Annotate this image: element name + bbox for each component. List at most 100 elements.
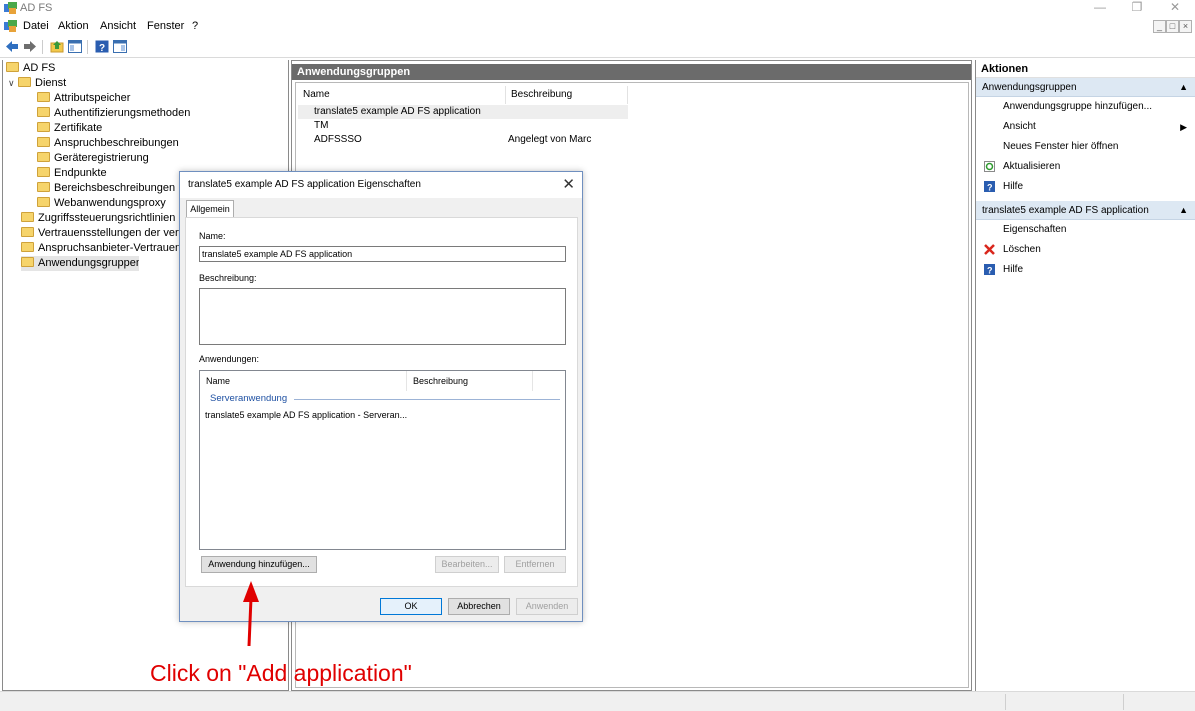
annotation-text: Click on "Add application" bbox=[150, 660, 412, 686]
annotation-arrow-icon bbox=[243, 581, 259, 647]
tab-allgemein[interactable]: Allgemein bbox=[186, 200, 234, 218]
description-label: Beschreibung: bbox=[199, 273, 257, 283]
close-icon[interactable]: ✕ bbox=[562, 175, 575, 193]
action-view[interactable]: Ansicht ▶ bbox=[976, 117, 1195, 137]
folder-icon bbox=[37, 152, 50, 162]
menu-datei[interactable]: Datei bbox=[23, 20, 49, 32]
restore-button[interactable]: ❐ bbox=[1122, 0, 1152, 17]
tree-item-anspruchbeschreibungen[interactable]: Anspruchbeschreibungen bbox=[37, 136, 287, 151]
folder-icon bbox=[37, 92, 50, 102]
show-hide-action-pane-icon[interactable] bbox=[113, 40, 127, 53]
action-delete[interactable]: Löschen bbox=[976, 240, 1195, 260]
folder-icon bbox=[21, 257, 34, 267]
folder-icon bbox=[6, 62, 19, 72]
folder-icon bbox=[21, 242, 34, 252]
chevron-down-icon[interactable]: ∨ bbox=[8, 76, 18, 91]
results-pane-header: Anwendungsgruppen bbox=[292, 64, 971, 80]
actions-header: Aktionen bbox=[976, 60, 1195, 78]
mdi-minimize-icon[interactable]: _ bbox=[1153, 20, 1166, 33]
name-label: Name: bbox=[199, 231, 226, 241]
tree-item-authentifizierungsmethoden[interactable]: Authentifizierungsmethoden bbox=[37, 106, 287, 121]
app-column-header-name[interactable]: Name bbox=[200, 371, 407, 391]
actions-section-selected-item[interactable]: translate5 example AD FS application ▲ bbox=[976, 201, 1195, 220]
tab-panel-general: Name: translate5 example AD FS applicati… bbox=[185, 217, 578, 587]
applications-list[interactable]: Name Beschreibung Serveranwendung transl… bbox=[199, 370, 566, 550]
toolbar: ? bbox=[0, 36, 1195, 58]
edit-button[interactable]: Bearbeiten... bbox=[435, 556, 499, 573]
action-help[interactable]: ? Hilfe bbox=[976, 177, 1195, 197]
tree-item-attributspeicher[interactable]: Attributspeicher bbox=[37, 91, 287, 106]
help-icon[interactable]: ? bbox=[95, 40, 109, 53]
dialog-title: translate5 example AD FS application Eig… bbox=[188, 179, 421, 190]
app-column-header-beschreibung[interactable]: Beschreibung bbox=[407, 371, 533, 391]
refresh-icon bbox=[984, 161, 995, 172]
folder-icon bbox=[37, 167, 50, 177]
menu-bar: Datei Aktion Ansicht Fenster ? _ □ × bbox=[0, 17, 1195, 36]
actions-section-anwendungsgruppen[interactable]: Anwendungsgruppen ▲ bbox=[976, 78, 1195, 97]
apply-button[interactable]: Anwenden bbox=[516, 598, 578, 615]
folder-icon bbox=[21, 212, 34, 222]
back-arrow-icon[interactable] bbox=[5, 40, 19, 53]
list-item[interactable]: translate5 example AD FS application bbox=[298, 105, 628, 119]
remove-button[interactable]: Entfernen bbox=[504, 556, 566, 573]
list-item[interactable]: ADFSSSO Angelegt von Marc bbox=[298, 133, 628, 147]
folder-icon bbox=[37, 182, 50, 192]
mdi-close-icon[interactable]: × bbox=[1179, 20, 1192, 33]
list-item[interactable]: translate5 example AD FS application - S… bbox=[205, 410, 545, 424]
collapse-triangle-icon[interactable]: ▲ bbox=[1179, 78, 1188, 97]
collapse-triangle-icon[interactable]: ▲ bbox=[1179, 201, 1188, 220]
help-icon: ? bbox=[984, 181, 995, 192]
cancel-button[interactable]: Abbrechen bbox=[448, 598, 510, 615]
menu-aktion[interactable]: Aktion bbox=[58, 20, 89, 32]
show-hide-tree-icon[interactable] bbox=[68, 40, 82, 53]
group-divider bbox=[294, 399, 560, 400]
help-icon: ? bbox=[984, 264, 995, 275]
forward-arrow-icon[interactable] bbox=[23, 40, 37, 53]
mdi-restore-icon[interactable]: □ bbox=[1166, 20, 1179, 33]
folder-icon bbox=[18, 77, 31, 87]
title-bar: AD FS — ❐ ✕ bbox=[0, 0, 1195, 17]
description-field[interactable] bbox=[199, 288, 566, 345]
tree-item-dienst[interactable]: ∨ Dienst bbox=[8, 76, 286, 91]
close-window-button[interactable]: ✕ bbox=[1160, 0, 1190, 17]
submenu-arrow-icon: ▶ bbox=[1180, 122, 1187, 132]
toolbar-separator bbox=[87, 40, 88, 54]
status-divider bbox=[1005, 694, 1006, 710]
menu-help[interactable]: ? bbox=[192, 20, 198, 32]
menu-fenster[interactable]: Fenster bbox=[147, 20, 184, 32]
column-header-beschreibung[interactable]: Beschreibung bbox=[506, 86, 628, 104]
action-new-window[interactable]: Neues Fenster hier öffnen bbox=[976, 137, 1195, 157]
folder-icon bbox=[37, 137, 50, 147]
up-folder-icon[interactable] bbox=[50, 40, 64, 53]
tree-item-zertifikate[interactable]: Zertifikate bbox=[37, 121, 287, 136]
adfs-menu-icon[interactable] bbox=[4, 20, 17, 32]
group-header-serveranwendung: Serveranwendung bbox=[210, 393, 560, 407]
minimize-button[interactable]: — bbox=[1085, 0, 1115, 17]
svg-text:?: ? bbox=[987, 183, 993, 193]
status-divider bbox=[1123, 694, 1124, 710]
status-bar bbox=[0, 691, 1195, 711]
folder-icon bbox=[21, 227, 34, 237]
name-field[interactable]: translate5 example AD FS application bbox=[199, 246, 566, 262]
action-properties[interactable]: Eigenschaften bbox=[976, 220, 1195, 240]
menu-ansicht[interactable]: Ansicht bbox=[100, 20, 136, 32]
tree-item-anwendungsgruppen[interactable]: Anwendungsgruppen bbox=[21, 256, 139, 271]
add-application-button[interactable]: Anwendung hinzufügen... bbox=[201, 556, 317, 573]
action-add-application-group[interactable]: Anwendungsgruppe hinzufügen... bbox=[976, 97, 1195, 117]
toolbar-separator bbox=[42, 40, 43, 54]
tree-item-geraeteregistrierung[interactable]: Geräteregistrierung bbox=[37, 151, 287, 166]
folder-icon bbox=[37, 107, 50, 117]
column-header-name[interactable]: Name bbox=[298, 86, 506, 104]
folder-icon bbox=[37, 122, 50, 132]
action-refresh[interactable]: Aktualisieren bbox=[976, 157, 1195, 177]
dialog-title-bar: translate5 example AD FS application Eig… bbox=[180, 172, 582, 198]
applications-label: Anwendungen: bbox=[199, 354, 260, 364]
list-item[interactable]: TM bbox=[298, 119, 628, 133]
svg-text:?: ? bbox=[99, 43, 105, 53]
window-title: AD FS bbox=[20, 2, 53, 14]
ok-button[interactable]: OK bbox=[380, 598, 442, 615]
action-help-item[interactable]: ? Hilfe bbox=[976, 260, 1195, 280]
delete-icon bbox=[984, 244, 995, 255]
properties-dialog: translate5 example AD FS application Eig… bbox=[179, 171, 583, 622]
tree-root-adfs[interactable]: AD FS bbox=[6, 61, 286, 76]
